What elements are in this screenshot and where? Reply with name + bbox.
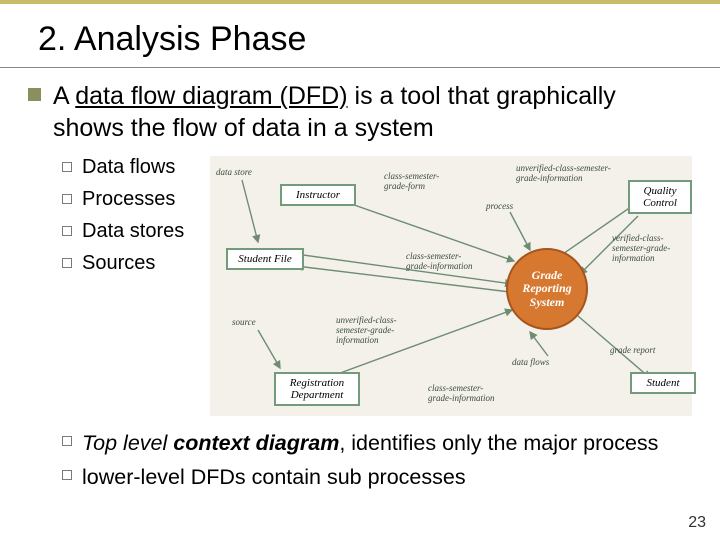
- bullet-icon: [28, 88, 41, 101]
- lower-list: Top level context diagram, identifies on…: [28, 430, 692, 491]
- square-icon: [62, 258, 72, 268]
- lbl-dataflows: data flows: [512, 358, 549, 368]
- square-icon: [62, 226, 72, 236]
- sublist: Data flows Processes Data stores Sources: [28, 156, 200, 416]
- lbl-unverified: unverified-class-semester- grade-informa…: [516, 164, 611, 184]
- sub-processes: Processes: [82, 188, 175, 211]
- lbl-class-sem-form: class-semester- grade-form: [384, 172, 439, 192]
- lower-2: lower-level DFDs contain sub processes: [82, 464, 466, 492]
- box-instructor: Instructor: [280, 184, 356, 206]
- box-student-file: Student File: [226, 248, 304, 270]
- slide-title: 2. Analysis Phase: [0, 4, 720, 68]
- main-bullet: A data flow diagram (DFD) is a tool that…: [28, 80, 692, 144]
- lbl-grade-report: grade report: [610, 346, 655, 356]
- square-icon: [62, 470, 72, 480]
- lbl-verified: verified-class- semester-grade- informat…: [612, 234, 670, 264]
- square-icon: [62, 436, 72, 446]
- sub-data-stores: Data stores: [82, 220, 184, 243]
- square-icon: [62, 162, 72, 172]
- sub-data-flows: Data flows: [82, 156, 175, 179]
- lower-1: Top level context diagram, identifies on…: [82, 430, 658, 458]
- box-reg-dept: Registration Department: [274, 372, 360, 406]
- dfd-diagram: Instructor Quality Control Student File …: [210, 156, 692, 416]
- lbl-unverified2: unverified-class- semester-grade- inform…: [336, 316, 396, 346]
- lbl-datastore: data store: [216, 168, 252, 178]
- lbl-class-sem-gi2: class-semester- grade-information: [428, 384, 495, 404]
- box-student: Student: [630, 372, 696, 394]
- lbl-source: source: [232, 318, 256, 328]
- lbl-process: process: [486, 202, 513, 212]
- lbl-class-sem-gi: class-semester- grade-information: [406, 252, 473, 272]
- main-text: A data flow diagram (DFD) is a tool that…: [53, 80, 692, 144]
- process-grs: Grade Reporting System: [506, 248, 588, 330]
- dfd-term: data flow diagram (DFD): [75, 82, 347, 110]
- page-number: 23: [688, 514, 706, 532]
- box-quality-control: Quality Control: [628, 180, 692, 214]
- square-icon: [62, 194, 72, 204]
- sub-sources: Sources: [82, 252, 155, 275]
